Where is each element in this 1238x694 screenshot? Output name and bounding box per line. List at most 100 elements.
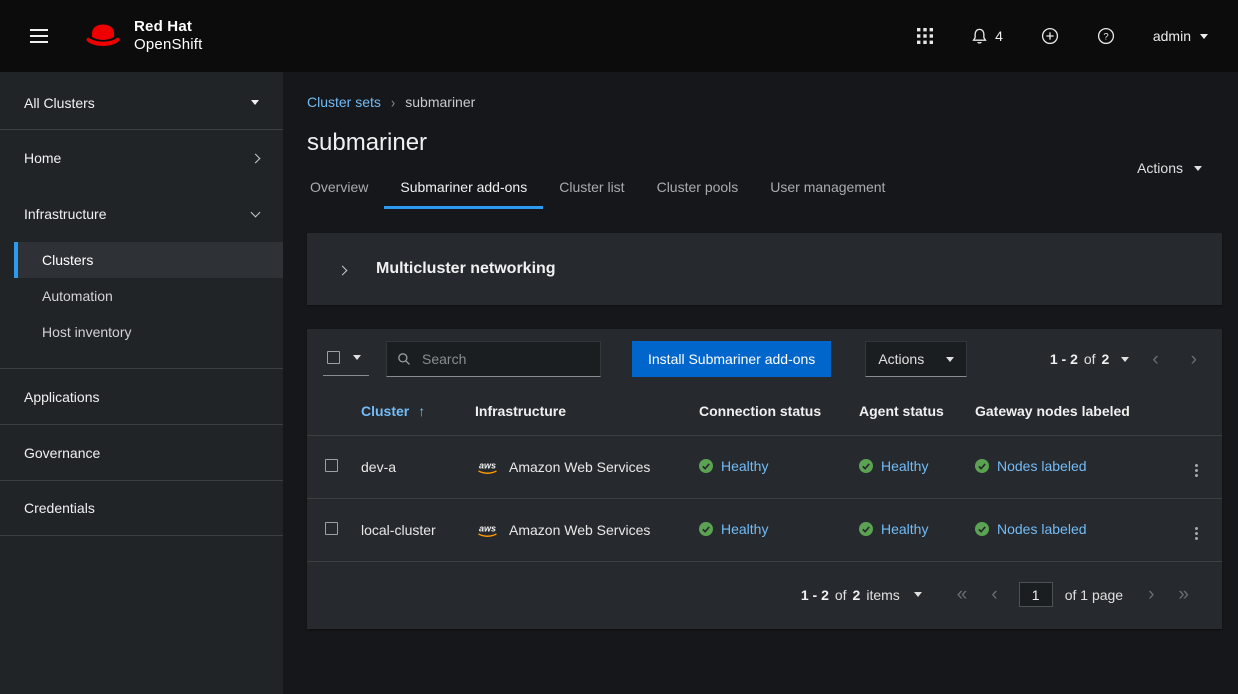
connection-status[interactable]: Healthy	[699, 458, 768, 474]
row-kebab-menu-button[interactable]	[1183, 514, 1210, 546]
sidebar-item-label: Governance	[24, 445, 100, 461]
page-title: submariner	[307, 126, 1198, 159]
pagination-total: 2	[1102, 351, 1110, 367]
app-launcher-button[interactable]	[903, 20, 947, 52]
caret-down-icon	[353, 355, 361, 360]
breadcrumb-link-cluster-sets[interactable]: Cluster sets	[307, 94, 381, 110]
select-all-checkbox[interactable]	[327, 351, 340, 364]
app-launcher-grid-icon	[917, 28, 933, 44]
sidebar-nav: All Clusters Home Infrastructure Cluster…	[0, 72, 283, 694]
status-label: Healthy	[881, 521, 928, 537]
page-body: Multicluster networking	[283, 209, 1238, 653]
add-button[interactable]	[1027, 19, 1073, 53]
pagination-menu-toggle[interactable]: 1 - 2 of 2	[1050, 351, 1130, 367]
next-page-button[interactable]: ›	[1182, 346, 1206, 373]
column-header-gateway-nodes: Gateway nodes labeled	[967, 389, 1170, 436]
status-label: Nodes labeled	[997, 458, 1087, 474]
row-checkbox[interactable]	[325, 522, 338, 535]
page-actions-dropdown[interactable]: Actions	[1137, 160, 1202, 176]
sidebar-item-home[interactable]: Home	[0, 130, 283, 186]
pagination-range: 1 - 2	[1050, 351, 1078, 367]
sidebar-item-host-inventory[interactable]: Host inventory	[14, 314, 283, 350]
tab-overview[interactable]: Overview	[307, 169, 384, 209]
expand-section-button[interactable]	[333, 255, 352, 283]
infrastructure-label: Amazon Web Services	[509, 522, 650, 538]
tab-submariner-add-ons[interactable]: Submariner add-ons	[384, 169, 543, 209]
pagination-menu-toggle[interactable]: 1 - 2 of 2 items	[801, 587, 922, 603]
sidebar-item-clusters[interactable]: Clusters	[14, 242, 283, 278]
menu-icon	[30, 35, 48, 37]
question-circle-icon: ?	[1097, 27, 1115, 45]
caret-down-icon	[1121, 357, 1129, 362]
gateway-nodes-status[interactable]: Nodes labeled	[975, 521, 1087, 537]
caret-down-icon	[1200, 34, 1208, 39]
notification-count: 4	[995, 28, 1003, 44]
column-header-connection-status: Connection status	[691, 389, 851, 436]
check-circle-icon	[975, 459, 989, 473]
row-checkbox[interactable]	[325, 459, 338, 472]
cluster-name: dev-a	[353, 436, 467, 499]
brand-text: Red Hat OpenShift	[134, 18, 203, 54]
pagination-bottom: 1 - 2 of 2 items « ‹ of 1 page › »	[307, 562, 1222, 629]
breadcrumb-separator-icon: ›	[391, 94, 395, 111]
connection-status[interactable]: Healthy	[699, 521, 768, 537]
tab-cluster-list[interactable]: Cluster list	[543, 169, 640, 209]
svg-text:?: ?	[1103, 32, 1108, 43]
sidebar-item-governance[interactable]: Governance	[0, 424, 283, 480]
tab-cluster-pools[interactable]: Cluster pools	[641, 169, 755, 209]
page-number-input[interactable]	[1019, 582, 1053, 607]
check-circle-icon	[975, 522, 989, 536]
section-title: Multicluster networking	[376, 260, 556, 278]
masthead: Red Hat OpenShift 4	[0, 0, 1238, 72]
user-menu-button[interactable]: admin	[1139, 20, 1214, 52]
first-page-button[interactable]: «	[948, 581, 977, 608]
submariner-addons-card: Install Submariner add-ons Actions 1 - 2…	[307, 329, 1222, 629]
column-header-infrastructure: Infrastructure	[467, 389, 691, 436]
prev-page-button[interactable]: ‹	[1143, 346, 1167, 373]
install-submariner-button[interactable]: Install Submariner add-ons	[632, 341, 831, 377]
table-actions-dropdown[interactable]: Actions	[865, 341, 967, 377]
pagination-range: 1 - 2	[801, 587, 829, 603]
perspective-label: All Clusters	[24, 95, 95, 111]
check-circle-icon	[859, 522, 873, 536]
next-page-button[interactable]: ›	[1139, 581, 1163, 608]
agent-status[interactable]: Healthy	[859, 458, 928, 474]
nav-toggle-button[interactable]	[24, 29, 54, 43]
table-row: local-cluster aws Amazon Web Services	[307, 499, 1222, 562]
brand-line1: Red Hat	[134, 18, 203, 36]
sort-ascending-icon: ↑	[418, 403, 425, 419]
sidebar-item-infrastructure[interactable]: Infrastructure	[0, 186, 283, 242]
sidebar-item-label: Automation	[42, 288, 113, 304]
actions-label: Actions	[878, 351, 924, 367]
page-of-label: of 1 page	[1065, 587, 1123, 603]
caret-down-icon	[1194, 166, 1202, 171]
check-circle-icon	[699, 522, 713, 536]
prev-page-button[interactable]: ‹	[982, 581, 1006, 608]
caret-down-icon	[914, 592, 922, 597]
row-kebab-menu-button[interactable]	[1183, 451, 1210, 483]
pagination-items: items	[866, 587, 899, 603]
perspective-switcher[interactable]: All Clusters	[0, 76, 283, 130]
notifications-button[interactable]: 4	[957, 20, 1017, 53]
tab-user-management[interactable]: User management	[754, 169, 901, 209]
column-header-cluster[interactable]: Cluster ↑	[353, 389, 467, 436]
status-label: Healthy	[721, 458, 768, 474]
search-box	[386, 341, 601, 377]
chevron-right-icon	[251, 153, 261, 163]
search-input[interactable]	[420, 350, 590, 368]
sidebar-item-label: Home	[24, 150, 61, 166]
brand-logo[interactable]: Red Hat OpenShift	[82, 18, 203, 54]
last-page-button[interactable]: »	[1169, 581, 1198, 608]
sidebar-item-applications[interactable]: Applications	[0, 368, 283, 424]
sidebar-item-automation[interactable]: Automation	[14, 278, 283, 314]
bulk-select-dropdown[interactable]	[323, 342, 369, 376]
gateway-nodes-status[interactable]: Nodes labeled	[975, 458, 1087, 474]
column-label: Cluster	[361, 403, 409, 419]
agent-status[interactable]: Healthy	[859, 521, 928, 537]
pagination-top: 1 - 2 of 2 ‹ ›	[1050, 346, 1206, 373]
sidebar-item-credentials[interactable]: Credentials	[0, 480, 283, 536]
sidebar-item-label: Clusters	[42, 252, 93, 268]
multicluster-networking-card: Multicluster networking	[307, 233, 1222, 305]
tabs: Overview Submariner add-ons Cluster list…	[307, 169, 1198, 209]
help-button[interactable]: ?	[1083, 19, 1129, 53]
